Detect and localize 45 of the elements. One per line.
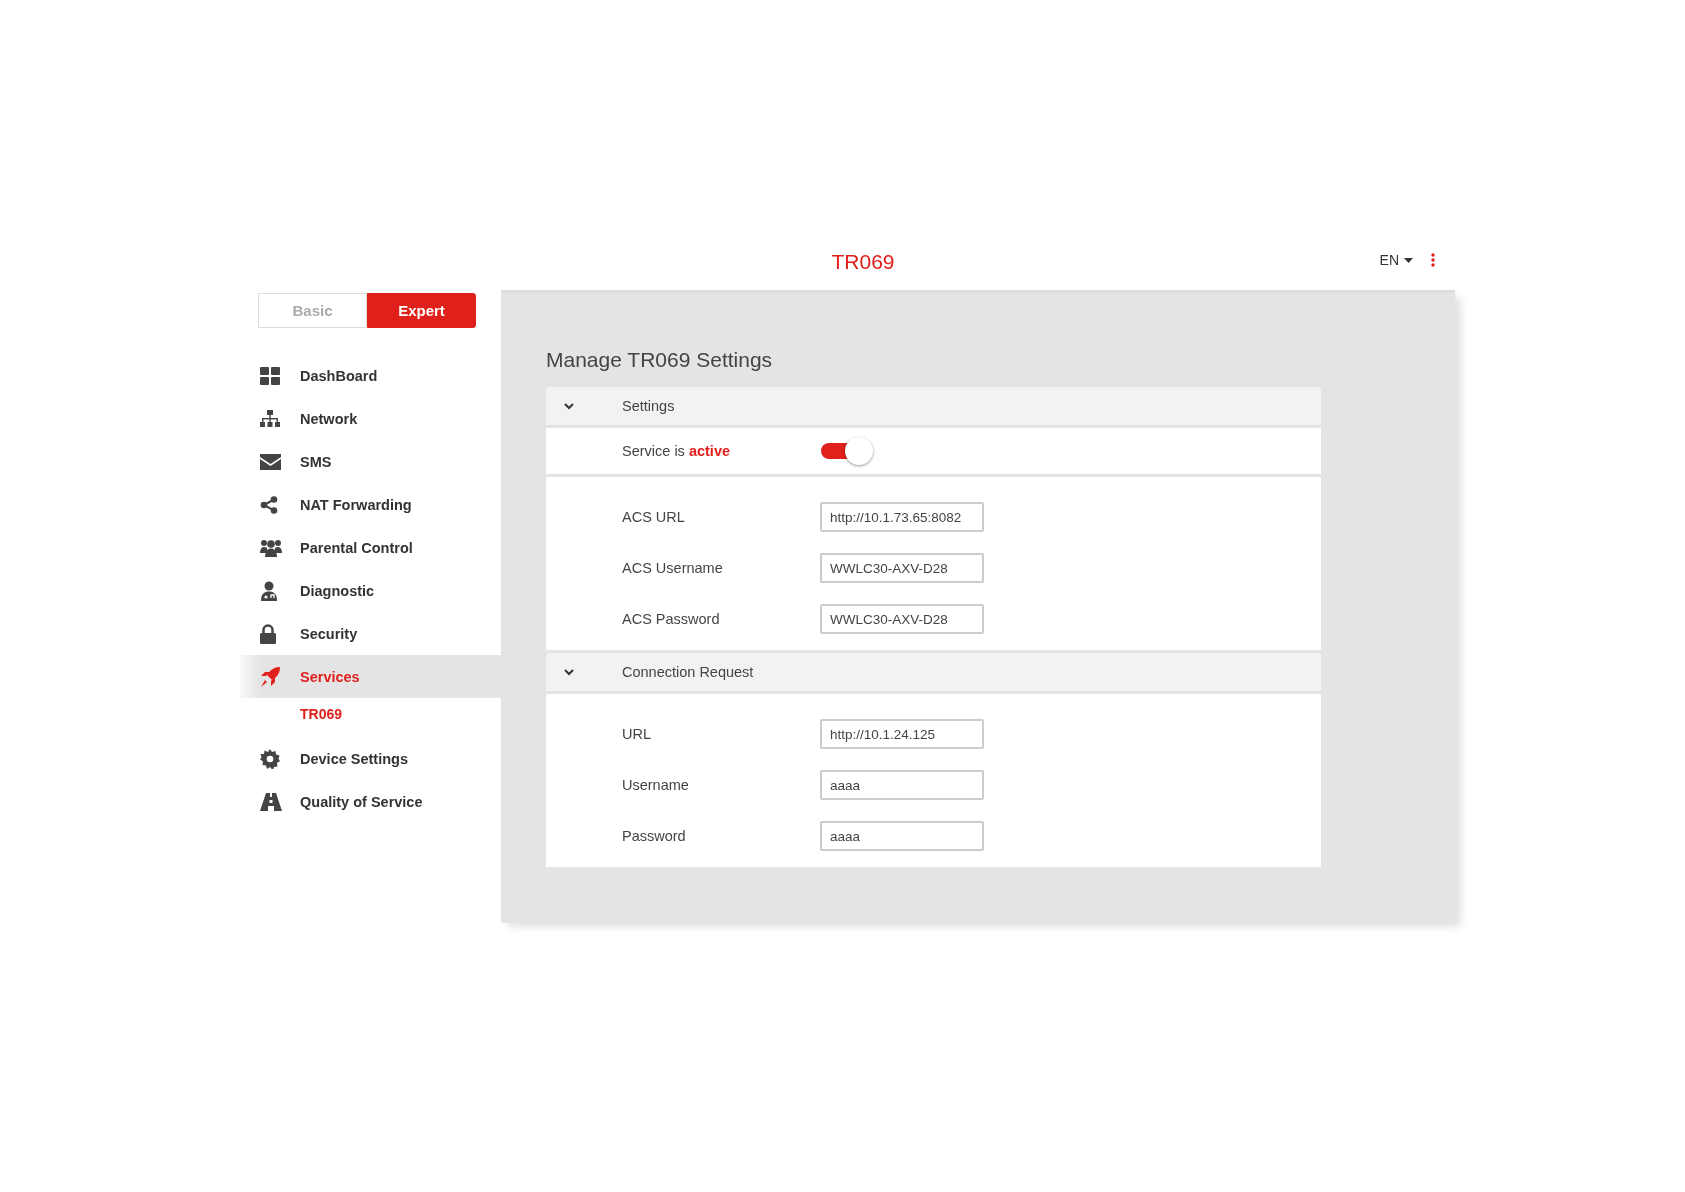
sidebar-item[interactable]: Parental Control (240, 526, 501, 569)
grid-icon (260, 366, 280, 385)
sidebar-item[interactable]: Network (240, 397, 501, 440)
page-heading: TR069 (831, 250, 895, 274)
sidebar-item[interactable]: Quality of Service (240, 780, 501, 823)
field-label: Username (622, 777, 690, 793)
sidebar-item[interactable]: SMS (240, 440, 501, 483)
toggle-label: Service is active (622, 443, 731, 459)
caret-icon (1404, 257, 1413, 263)
sidebar-item[interactable]: Diagnostic (240, 569, 501, 612)
sitemap-icon (260, 409, 280, 428)
padlock-icon (260, 623, 276, 644)
field-label: Password (622, 828, 687, 844)
rocket-icon (260, 666, 280, 687)
field-label: ACS URL (622, 509, 686, 525)
sidebar-item[interactable]: DashBoard (240, 354, 501, 397)
sidebar-item[interactable]: Services (240, 655, 501, 698)
envelope-icon (260, 453, 281, 470)
sidebar-item[interactable]: NAT Forwarding (240, 483, 501, 526)
sidebar-subitem[interactable]: TR069 (240, 698, 501, 734)
section-header[interactable]: Connection Request (546, 653, 1321, 691)
mode-tab[interactable]: Expert (367, 293, 476, 328)
section-heading: Manage TR069 Settings (546, 348, 774, 372)
more-menu-icon[interactable] (1431, 253, 1435, 267)
section-header[interactable]: Settings (546, 387, 1321, 425)
users-icon (260, 538, 282, 557)
road-icon (260, 792, 282, 811)
doctor-icon (260, 580, 278, 601)
settings-icon (260, 748, 280, 769)
sidebar-item[interactable]: Device Settings (240, 737, 501, 780)
input-field[interactable]: http://10.1.73.65:8082 (820, 502, 984, 532)
input-field[interactable]: aaaa (820, 821, 984, 851)
input-field[interactable]: http://10.1.24.125 (820, 719, 984, 749)
input-field[interactable]: aaaa (820, 770, 984, 800)
field-label: ACS Password (622, 611, 721, 627)
field-label: URL (622, 726, 652, 742)
language-dropdown[interactable]: EN (1379, 252, 1413, 268)
toggle-switch[interactable] (820, 436, 874, 466)
input-field[interactable]: WWLC30-AXV-D28 (820, 553, 984, 583)
chevron-icon (564, 402, 574, 410)
share-icon (260, 495, 278, 514)
sidebar-item[interactable]: Security (240, 612, 501, 655)
field-label: ACS Username (622, 560, 724, 576)
input-field[interactable]: WWLC30-AXV-D28 (820, 604, 984, 634)
chevron-icon (564, 668, 574, 676)
